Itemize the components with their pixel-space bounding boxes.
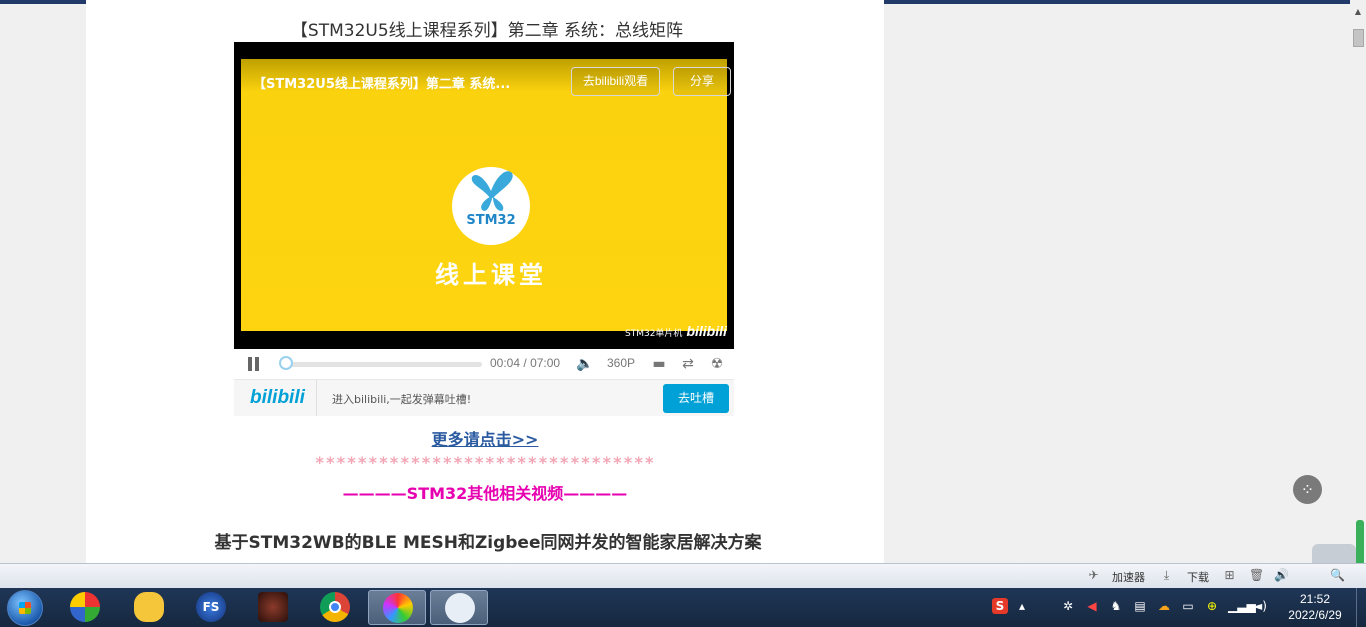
- network-tool-icon[interactable]: ✲: [1060, 598, 1076, 614]
- pause-icon[interactable]: [247, 357, 261, 371]
- time-separator: /: [523, 356, 527, 370]
- star-divider: ********************************: [314, 453, 656, 472]
- floating-menu-icon[interactable]: ⁘: [1293, 475, 1322, 504]
- clipboard-icon[interactable]: ▤: [1132, 598, 1148, 614]
- tray-expand-icon[interactable]: ▴: [1014, 598, 1030, 614]
- scroll-thumb[interactable]: [1353, 29, 1364, 47]
- system-clock[interactable]: 21:52 2022/6/29: [1280, 591, 1350, 623]
- qq-icon[interactable]: ♞: [1108, 598, 1124, 614]
- quality-selector[interactable]: 360P: [607, 356, 635, 370]
- more-link[interactable]: 更多请点击>>: [86, 426, 884, 450]
- taskbar-app-game[interactable]: [244, 590, 302, 625]
- trash-icon[interactable]: 🗑: [1249, 568, 1264, 583]
- signal-icon[interactable]: ▁▃▅: [1228, 598, 1256, 614]
- share-button[interactable]: 分享: [673, 67, 731, 96]
- sogou-icon[interactable]: S: [992, 598, 1008, 614]
- browser-statusbar: ✈ 加速器 ⤓ 下载 ⊞ 🗑 🔊 🔍: [0, 563, 1366, 589]
- danmaku-icon[interactable]: ▬: [651, 356, 667, 372]
- video-poster[interactable]: 【STM32U5线上课程系列】第二章 系统... 去bilibili观看 分享 …: [241, 59, 731, 339]
- display-icon[interactable]: ▭: [1180, 598, 1196, 614]
- video-frame[interactable]: 【STM32U5线上课程系列】第二章 系统... 去bilibili观看 分享 …: [234, 42, 734, 349]
- current-time: 00:04: [490, 356, 521, 370]
- send-danmaku-button[interactable]: 去吐槽: [663, 384, 729, 413]
- watermark: STM32单片机 bilibili: [625, 323, 727, 339]
- game-icon: [258, 592, 288, 622]
- vertical-scrollbar[interactable]: ▲: [1350, 4, 1366, 563]
- cloud-icon[interactable]: ☁: [1156, 598, 1172, 614]
- watermark-channel: STM32单片机: [625, 329, 683, 339]
- time-display: 00:04 / 07:00: [490, 356, 560, 370]
- qq-helper-icon: [134, 592, 164, 622]
- browser-icon: [383, 593, 413, 623]
- rocket-icon[interactable]: ✈: [1086, 568, 1101, 583]
- security-icon[interactable]: ⊕: [1204, 598, 1220, 614]
- taskbar-app-avatar[interactable]: [430, 590, 488, 625]
- loop-icon[interactable]: ⇄: [680, 356, 696, 372]
- chrome-icon: [320, 592, 350, 622]
- watch-on-bilibili-button[interactable]: 去bilibili观看: [571, 67, 660, 96]
- zoom-icon[interactable]: 🔍: [1330, 568, 1345, 583]
- article-title: 【STM32U5线上课程系列】第二章 系统：总线矩阵: [290, 21, 684, 41]
- stm32-logo: STM32: [452, 167, 530, 245]
- download-icon[interactable]: ⤓: [1159, 568, 1174, 583]
- clock-date: 2022/6/29: [1288, 608, 1342, 622]
- video-title[interactable]: 【STM32U5线上课程系列】第二章 系统...: [253, 73, 543, 92]
- progress-knob[interactable]: [279, 356, 294, 370]
- new-window-icon[interactable]: ⊞: [1222, 568, 1237, 583]
- taskbar-app-fs[interactable]: FS: [182, 590, 240, 625]
- download-label[interactable]: 下载: [1187, 569, 1209, 585]
- volume-tray-icon[interactable]: ◀: [1084, 598, 1100, 614]
- danmaku-hint[interactable]: 进入bilibili,一起发弹幕吐槽!: [332, 391, 471, 407]
- show-desktop-button[interactable]: [1356, 588, 1366, 627]
- volume-icon[interactable]: 🔈: [576, 356, 593, 372]
- scroll-up-icon[interactable]: ▲: [1350, 4, 1366, 20]
- bilibili-logo[interactable]: bilibili: [250, 387, 305, 409]
- settings-icon[interactable]: ☢: [709, 356, 725, 372]
- danmaku-bar: bilibili 进入bilibili,一起发弹幕吐槽! 去吐槽: [234, 379, 734, 416]
- accelerator-label[interactable]: 加速器: [1112, 569, 1145, 585]
- butterfly-icon: [471, 171, 513, 211]
- logo-text: STM32: [466, 213, 516, 228]
- player-controls: 00:04 / 07:00 🔈 360P ▬ ⇄ ☢: [234, 349, 734, 379]
- avatar-icon: [445, 593, 475, 623]
- related-videos-heading: ————STM32其他相关视频————: [342, 484, 628, 503]
- article-content: 【STM32U5线上课程系列】第二章 系统：总线矩阵 【STM32U5线上课程系…: [86, 0, 884, 563]
- start-button[interactable]: [7, 590, 43, 626]
- taskbar-app-browser-active[interactable]: [368, 590, 426, 625]
- divider: [316, 380, 317, 416]
- taskbar-app-qq-helper[interactable]: [120, 590, 178, 625]
- clock-time: 21:52: [1299, 592, 1331, 606]
- section-subheading: 基于STM32WB的BLE MESH和Zigbee同网并发的智能家居解决方案: [214, 533, 762, 553]
- speaker-icon[interactable]: ◄): [1252, 598, 1268, 614]
- sound-icon[interactable]: 🔊: [1274, 568, 1289, 583]
- fs-icon: FS: [196, 592, 226, 622]
- media-icon: [70, 592, 100, 622]
- watermark-brand: bilibili: [686, 323, 727, 339]
- class-label: 线上课堂: [435, 261, 547, 289]
- windows-taskbar: FS S ▴ ✲ ◀ ♞ ▤ ☁ ▭ ⊕ ▁▃▅ ◄) 21:52 2022/6…: [0, 588, 1366, 627]
- taskbar-app-chrome[interactable]: [306, 590, 364, 625]
- progress-bar[interactable]: [279, 356, 482, 370]
- duration: 07:00: [530, 356, 561, 370]
- video-player[interactable]: 【STM32U5线上课程系列】第二章 系统... 去bilibili观看 分享 …: [234, 42, 734, 416]
- taskbar-app-media[interactable]: [56, 590, 114, 625]
